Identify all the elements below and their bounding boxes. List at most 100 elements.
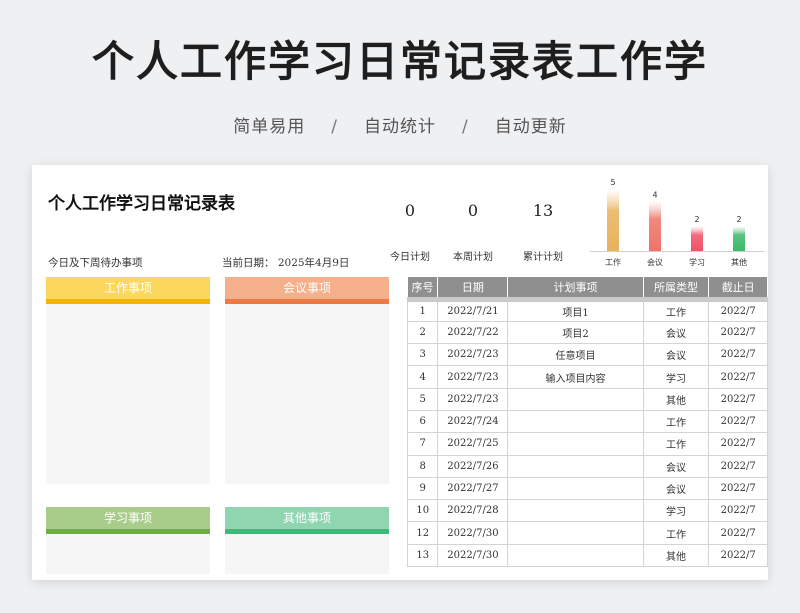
chart-bar (733, 226, 745, 251)
work-items-box[interactable]: 工作事项 (46, 277, 210, 484)
cell-date[interactable]: 2022/7/25 (437, 432, 509, 456)
cell-index[interactable]: 10 (406, 499, 439, 523)
cell-category[interactable]: 学习 (642, 365, 710, 389)
subtitle-separator: / (331, 117, 338, 137)
cell-deadline[interactable]: 2022/7 (708, 432, 768, 456)
cell-deadline[interactable]: 2022/7 (708, 476, 768, 501)
cell-deadline[interactable]: 2022/7 (708, 543, 768, 568)
cell-deadline[interactable]: 2022/7 (708, 409, 768, 434)
cell-index[interactable]: 3 (406, 343, 439, 367)
stat-today-label: 今日计划 (390, 252, 430, 263)
header-deadline[interactable]: 截止日 (708, 277, 768, 302)
header-index[interactable]: 序号 (407, 277, 439, 302)
meeting-items-box[interactable]: 会议事项 (225, 277, 389, 484)
box-body[interactable] (46, 534, 210, 574)
chart-category-label: 其他 (731, 257, 747, 267)
cell-category[interactable]: 其他 (642, 387, 710, 411)
cell-index[interactable]: 6 (406, 409, 439, 434)
cell-deadline[interactable]: 2022/7 (708, 320, 768, 345)
stat-today-value: 0 (404, 201, 416, 220)
cell-date[interactable]: 2022/7/23 (437, 343, 509, 367)
header-category[interactable]: 所属类型 (643, 277, 710, 302)
todo-label: 今日及下周待办事项 (48, 257, 143, 269)
table-row[interactable]: 2 2022/7/22 项目2 会议 2022/7 (406, 320, 768, 345)
cell-index[interactable]: 4 (406, 365, 439, 389)
box-body[interactable] (225, 534, 389, 574)
cell-index[interactable]: 5 (406, 387, 439, 411)
cell-date[interactable]: 2022/7/26 (437, 454, 509, 478)
cell-index[interactable]: 1 (406, 298, 439, 322)
cell-category[interactable]: 会议 (642, 343, 710, 367)
cell-date[interactable]: 2022/7/23 (437, 387, 509, 411)
cell-category[interactable]: 会议 (642, 320, 710, 345)
cell-category[interactable]: 会议 (642, 454, 710, 478)
cell-category[interactable]: 工作 (642, 409, 710, 434)
table-row[interactable]: 4 2022/7/23 输入项目内容 学习 2022/7 (406, 365, 768, 389)
table-row[interactable]: 9 2022/7/27 会议 2022/7 (406, 476, 768, 501)
spreadsheet-panel: 个人工作学习日常记录表 今日及下周待办事项 当前日期： 2025年4月9日 0 … (32, 165, 768, 580)
chart-data-label: 4 (652, 190, 657, 199)
study-items-box[interactable]: 学习事项 (46, 507, 210, 574)
cell-category[interactable]: 学习 (642, 499, 710, 523)
chart-data-label: 5 (610, 178, 615, 187)
cell-deadline[interactable]: 2022/7 (708, 387, 768, 411)
cell-plan-item[interactable]: 项目2 (507, 320, 644, 345)
box-header: 工作事项 (46, 277, 210, 299)
cell-deadline[interactable]: 2022/7 (708, 298, 768, 322)
box-body[interactable] (225, 304, 389, 484)
cell-plan-item[interactable] (507, 521, 644, 545)
cell-category[interactable]: 工作 (642, 432, 710, 456)
cell-deadline[interactable]: 2022/7 (708, 454, 768, 478)
cell-date[interactable]: 2022/7/28 (437, 499, 509, 523)
cell-index[interactable]: 2 (406, 320, 439, 345)
cell-date[interactable]: 2022/7/24 (437, 409, 509, 434)
other-items-box[interactable]: 其他事项 (225, 507, 389, 574)
header-plan-item[interactable]: 计划事项 (507, 277, 644, 302)
cell-date[interactable]: 2022/7/22 (437, 320, 509, 345)
cell-index[interactable]: 7 (406, 432, 439, 456)
cell-index[interactable]: 12 (406, 521, 439, 545)
cell-deadline[interactable]: 2022/7 (708, 365, 768, 389)
cell-category[interactable]: 其他 (642, 543, 710, 568)
box-body[interactable] (46, 304, 210, 484)
cell-deadline[interactable]: 2022/7 (708, 343, 768, 367)
cell-date[interactable]: 2022/7/30 (437, 543, 509, 568)
table-row[interactable]: 3 2022/7/23 任意项目 会议 2022/7 (406, 343, 768, 367)
cell-category[interactable]: 工作 (642, 521, 710, 545)
table-row[interactable]: 8 2022/7/26 会议 2022/7 (406, 454, 768, 478)
cell-plan-item[interactable] (507, 454, 644, 478)
cell-plan-item[interactable] (507, 432, 644, 456)
table-row[interactable]: 1 2022/7/21 项目1 工作 2022/7 (406, 298, 768, 322)
cell-plan-item[interactable] (507, 543, 644, 568)
cell-plan-item[interactable] (507, 476, 644, 501)
current-date: 当前日期： 2025年4月9日 (222, 257, 350, 269)
table-row[interactable]: 10 2022/7/28 学习 2022/7 (406, 499, 768, 523)
cell-index[interactable]: 9 (406, 476, 439, 501)
cell-date[interactable]: 2022/7/30 (437, 521, 509, 545)
subtitle-separator: / (462, 117, 469, 137)
cell-plan-item[interactable] (507, 387, 644, 411)
table-row[interactable]: 12 2022/7/30 工作 2022/7 (406, 521, 768, 545)
chart-category-label: 学习 (689, 257, 705, 267)
cell-date[interactable]: 2022/7/23 (437, 365, 509, 389)
table-row[interactable]: 5 2022/7/23 其他 2022/7 (406, 387, 768, 411)
header-date[interactable]: 日期 (437, 277, 509, 302)
cell-plan-item[interactable] (507, 499, 644, 523)
cell-category[interactable]: 会议 (642, 476, 710, 501)
cell-plan-item[interactable]: 项目1 (507, 298, 644, 322)
cell-category[interactable]: 工作 (642, 298, 710, 322)
table-row[interactable]: 13 2022/7/30 其他 2022/7 (406, 543, 768, 568)
cell-index[interactable]: 8 (406, 454, 439, 478)
cell-date[interactable]: 2022/7/27 (437, 476, 509, 501)
hero-title: 个人工作学习日常记录表工作学 (91, 37, 708, 86)
cell-plan-item[interactable] (507, 409, 644, 434)
cell-deadline[interactable]: 2022/7 (708, 499, 768, 523)
table-header-row: 序号 日期 计划事项 所属类型 截止日 (407, 277, 768, 302)
cell-plan-item[interactable]: 输入项目内容 (507, 365, 644, 389)
table-row[interactable]: 6 2022/7/24 工作 2022/7 (406, 409, 768, 434)
cell-date[interactable]: 2022/7/21 (437, 298, 509, 322)
cell-deadline[interactable]: 2022/7 (708, 521, 768, 545)
cell-plan-item[interactable]: 任意项目 (507, 343, 644, 367)
table-row[interactable]: 7 2022/7/25 工作 2022/7 (406, 432, 768, 456)
cell-index[interactable]: 13 (406, 543, 439, 568)
